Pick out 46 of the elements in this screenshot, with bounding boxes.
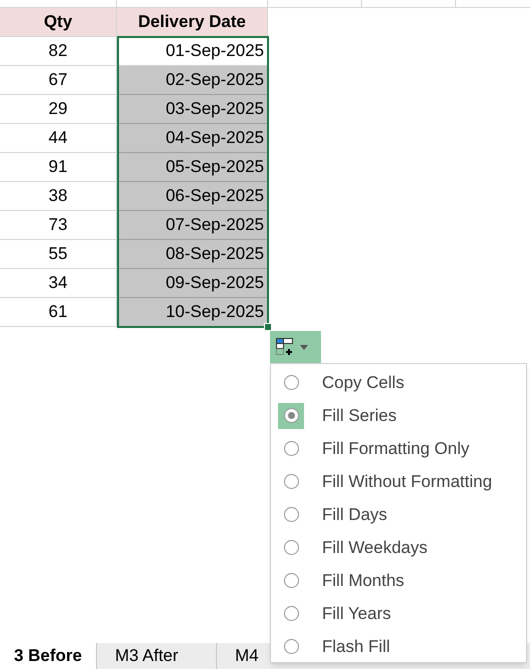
caret-icon (300, 344, 308, 350)
radio-icon (284, 606, 298, 621)
table-cell: 08-Sep-2025 (117, 240, 268, 269)
menu-item[interactable]: Fill Series (271, 399, 526, 432)
radio-icon (284, 408, 298, 423)
menu-item[interactable]: Flash Fill (271, 630, 526, 663)
column-header: Delivery Date (117, 8, 268, 37)
table-cell: 44 (0, 124, 117, 153)
table-cell: 10-Sep-2025 (117, 298, 268, 327)
table-cell: 29 (0, 95, 117, 124)
menu-item[interactable]: Fill Formatting Only (271, 432, 526, 465)
menu-item[interactable]: Fill Without Formatting (271, 465, 526, 498)
radio-icon (284, 507, 298, 522)
radio-icon (284, 441, 298, 456)
menu-item[interactable]: Fill Months (271, 564, 526, 597)
radio-icon (284, 639, 298, 654)
table-cell: 38 (0, 182, 117, 211)
autofill-options-button[interactable] (270, 331, 321, 363)
table-cell: 73 (0, 211, 117, 240)
table-cell: 67 (0, 66, 117, 95)
table-cell: 06-Sep-2025 (117, 182, 268, 211)
table-cell: 91 (0, 153, 117, 182)
table-cell: 09-Sep-2025 (117, 269, 268, 298)
table-cell: 03-Sep-2025 (117, 95, 268, 124)
table-cell: 04-Sep-2025 (117, 124, 268, 153)
sheet-tab[interactable]: 3 Before (0, 643, 96, 669)
sheet-tab[interactable]: M4 (216, 643, 266, 669)
sheet-tab[interactable]: M3 After (96, 643, 216, 669)
table-cell: 07-Sep-2025 (117, 211, 268, 240)
radio-icon (284, 540, 298, 555)
menu-item[interactable]: Fill Years (271, 597, 526, 630)
fill-handle[interactable] (264, 323, 272, 331)
table-cell: 55 (0, 240, 117, 269)
table-cell: 61 (0, 298, 117, 327)
table-cell: 82 (0, 37, 117, 66)
menu-item[interactable]: Copy Cells (271, 366, 526, 399)
radio-icon (284, 573, 298, 588)
radio-icon (284, 474, 298, 489)
table-cell: 05-Sep-2025 (117, 153, 268, 182)
paste-options-icon (276, 338, 294, 356)
radio-icon (284, 375, 298, 390)
table-cell: 02-Sep-2025 (117, 66, 268, 95)
column-header: Qty (0, 8, 117, 37)
menu-item[interactable]: Fill Days (271, 498, 526, 531)
menu-item[interactable]: Fill Weekdays (271, 531, 526, 564)
table-cell: 34 (0, 269, 117, 298)
